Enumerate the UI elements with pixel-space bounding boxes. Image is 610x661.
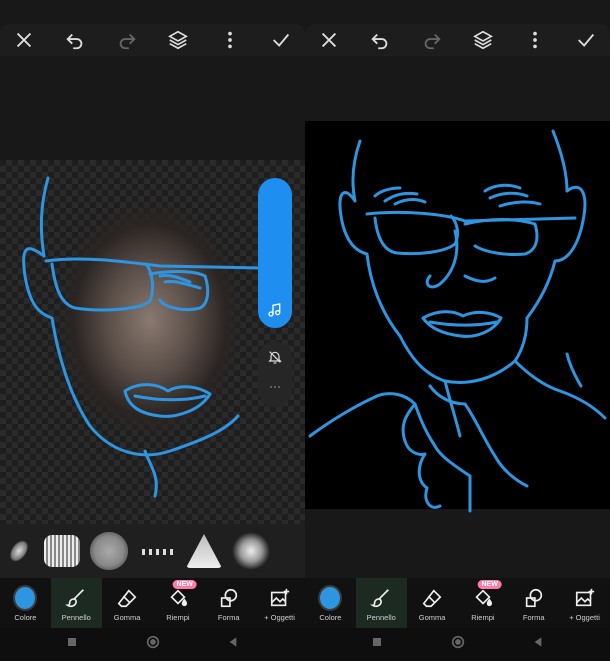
recents-button[interactable] (369, 634, 385, 655)
fill-bucket-icon (170, 589, 187, 607)
close-icon (321, 32, 337, 48)
tool-label: Colore (14, 613, 37, 622)
more-button[interactable] (212, 25, 248, 55)
editor-right: Colore Pennello Gomma NEW Riempi Forma +… (305, 0, 610, 661)
more-vertical-icon (532, 31, 537, 49)
back-button[interactable] (225, 634, 241, 655)
drawing-canvas[interactable] (305, 56, 610, 524)
home-button[interactable] (145, 634, 161, 655)
redo-button[interactable] (414, 25, 450, 55)
shape-icon (525, 588, 542, 608)
tool-label: Gomma (418, 613, 446, 622)
tool-objects[interactable]: + Oggetti (559, 578, 610, 628)
redo-icon (119, 33, 136, 50)
bottom-toolbar: Colore Pennello Gomma NEW Riempi Forma +… (305, 578, 610, 628)
brush-icon (65, 589, 85, 608)
undo-button[interactable] (362, 25, 398, 55)
tool-shape[interactable]: Forma (508, 578, 559, 628)
back-triangle-icon (229, 637, 237, 647)
new-badge: NEW (172, 580, 197, 589)
tool-label: Riempi (471, 613, 495, 622)
tool-brush[interactable]: Pennello (355, 578, 407, 628)
square-icon (373, 638, 382, 646)
brush-size-slider[interactable] (258, 178, 292, 328)
brush-option[interactable] (232, 532, 270, 570)
brush-option[interactable] (280, 532, 292, 570)
tool-label: Pennello (61, 613, 91, 622)
square-icon (68, 638, 77, 646)
image-add-icon (575, 588, 594, 607)
top-toolbar (0, 24, 305, 56)
shape-icon (220, 588, 237, 608)
tool-label: Gomma (113, 613, 141, 622)
floating-options[interactable] (258, 341, 292, 407)
new-badge: NEW (477, 580, 502, 589)
sketch-drawing (308, 129, 607, 513)
system-nav-bar (305, 628, 610, 661)
bell-off-icon[interactable] (267, 349, 283, 365)
undo-icon (371, 33, 388, 50)
drawing-canvas[interactable] (0, 56, 305, 580)
fill-bucket-icon (475, 589, 492, 607)
more-button[interactable] (517, 25, 553, 55)
more-vertical-icon (227, 31, 232, 49)
brush-icon (370, 589, 390, 608)
tool-label: Pennello (366, 613, 396, 622)
layers-icon (168, 30, 189, 50)
close-icon (16, 32, 32, 48)
music-note-icon (268, 303, 281, 317)
tool-label: Riempi (166, 613, 190, 622)
brush-option[interactable] (0, 526, 43, 576)
color-swatch (13, 585, 38, 611)
editor-left: Colore Pennello Gomma NEW Riempi Forma +… (0, 0, 305, 661)
bottom-toolbar: Colore Pennello Gomma NEW Riempi Forma +… (0, 578, 305, 628)
layers-button[interactable] (160, 25, 196, 55)
tool-label: Forma (522, 613, 545, 622)
undo-icon (66, 33, 83, 50)
tool-brush[interactable]: Pennello (50, 578, 102, 628)
home-circle-icon (451, 635, 464, 649)
undo-button[interactable] (57, 25, 93, 55)
eraser-icon (117, 589, 137, 608)
tool-label: Colore (319, 613, 342, 622)
more-horizontal-icon[interactable] (267, 379, 283, 395)
brush-picker (0, 524, 305, 578)
tool-fill[interactable]: NEW Riempi (152, 578, 203, 628)
back-triangle-icon (534, 637, 542, 647)
brush-option[interactable] (186, 534, 222, 568)
tool-color[interactable]: Colore (305, 578, 356, 628)
close-button[interactable] (6, 25, 42, 55)
tool-objects[interactable]: + Oggetti (254, 578, 305, 628)
confirm-button[interactable] (568, 25, 604, 55)
back-button[interactable] (530, 634, 546, 655)
system-nav-bar (0, 628, 305, 661)
redo-button[interactable] (109, 25, 145, 55)
brush-option[interactable] (90, 532, 128, 570)
home-circle-icon (146, 635, 159, 649)
brush-option[interactable] (44, 535, 80, 567)
home-button[interactable] (450, 634, 466, 655)
tool-label: + Oggetti (264, 613, 295, 622)
tool-eraser[interactable]: Gomma (407, 578, 458, 628)
redo-icon (424, 33, 441, 50)
close-button[interactable] (311, 25, 347, 55)
top-toolbar (305, 24, 610, 56)
layers-icon (473, 30, 494, 50)
color-swatch (318, 585, 343, 611)
tool-shape[interactable]: Forma (203, 578, 254, 628)
check-icon (577, 33, 594, 47)
brush-option[interactable] (138, 532, 176, 570)
tool-fill[interactable]: NEW Riempi (457, 578, 508, 628)
image-add-icon (270, 588, 289, 607)
tool-label: Forma (217, 613, 240, 622)
layers-button[interactable] (465, 25, 501, 55)
confirm-button[interactable] (263, 25, 299, 55)
recents-button[interactable] (64, 634, 80, 655)
tool-label: + Oggetti (569, 613, 600, 622)
eraser-icon (422, 589, 442, 608)
tool-eraser[interactable]: Gomma (102, 578, 153, 628)
tool-color[interactable]: Colore (0, 578, 51, 628)
check-icon (272, 33, 289, 47)
